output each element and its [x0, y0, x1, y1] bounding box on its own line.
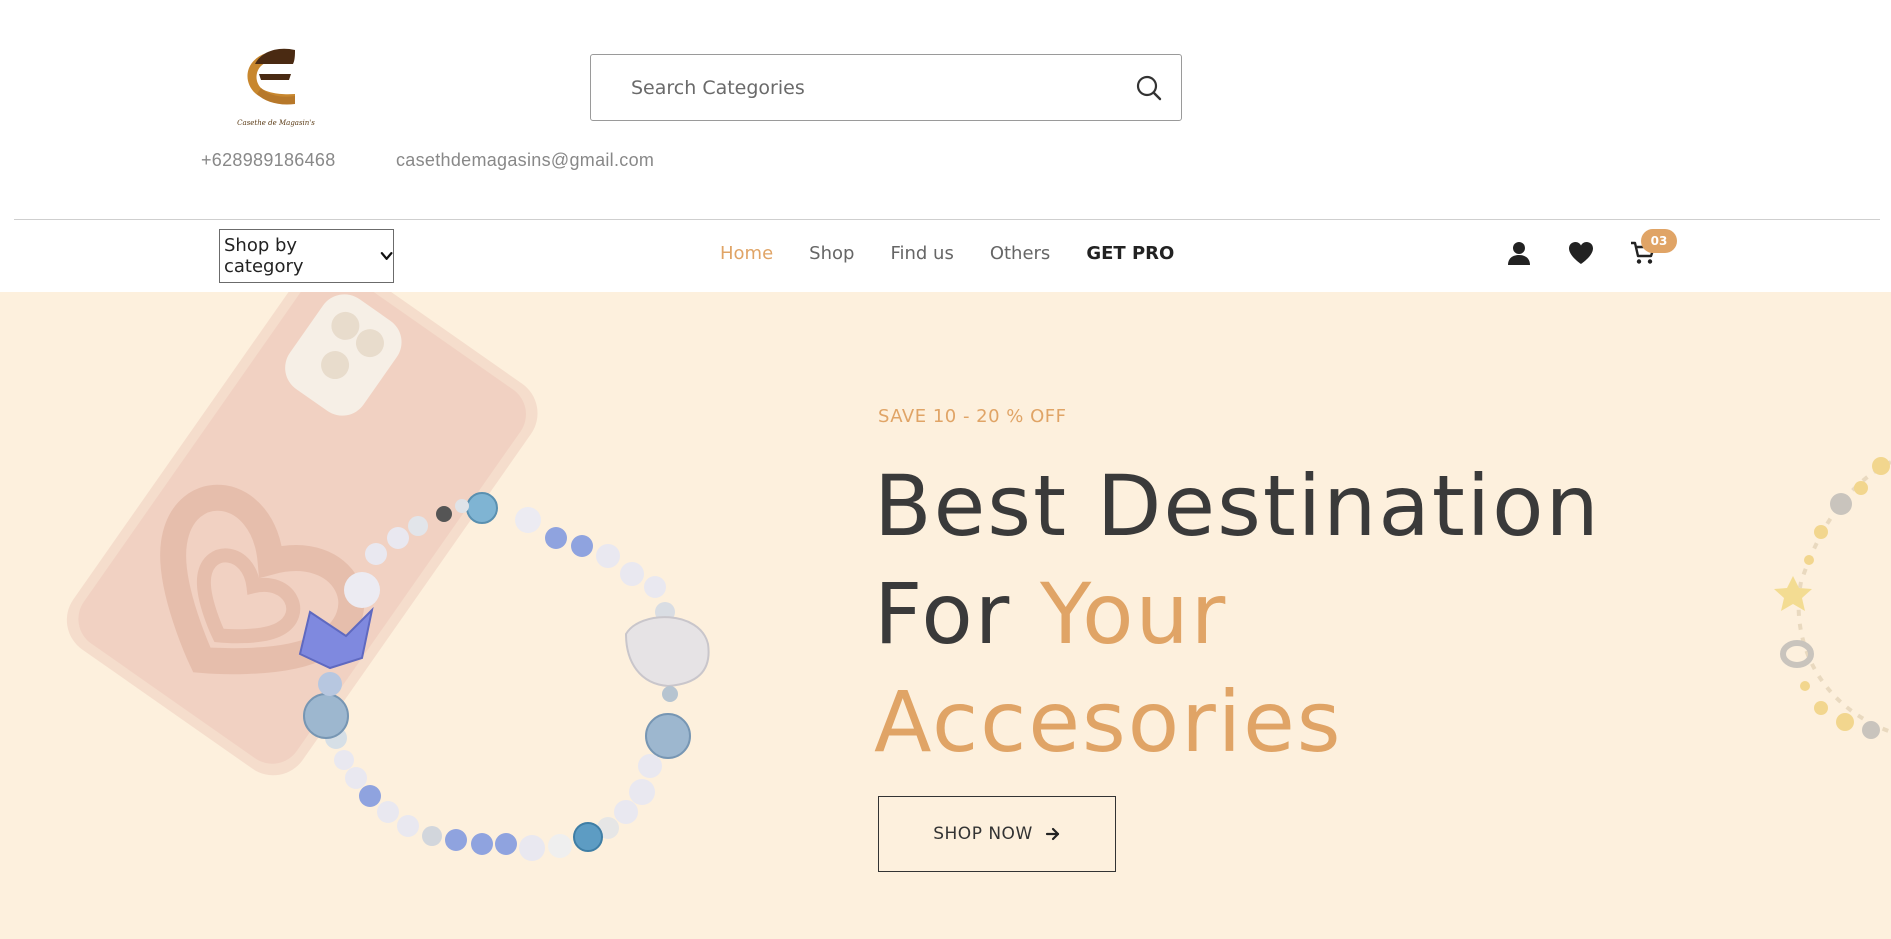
headline-line3-accent: Accesories	[874, 673, 1343, 771]
chevron-down-icon	[380, 252, 393, 260]
shop-now-button[interactable]: SHOP NOW	[878, 796, 1116, 872]
main-nav: Home Shop Find us Others GET PRO	[720, 240, 1174, 268]
bracelet-phonecase-image	[66, 292, 710, 861]
user-icon[interactable]	[1506, 240, 1532, 266]
arrow-right-icon	[1045, 827, 1059, 841]
hero-banner: SAVE 10 - 20 % OFF Best Destination For …	[0, 292, 1891, 939]
contact-email[interactable]: casethdemagasins@gmail.com	[396, 150, 654, 171]
brand-logo[interactable]: Casethe de Magasin's	[233, 44, 319, 132]
contact-phone[interactable]: +628989186468	[201, 150, 336, 171]
brand-tagline: Casethe de Magasin's	[237, 119, 315, 127]
nav-shop-link[interactable]: Shop	[809, 240, 854, 268]
search-icon[interactable]	[1135, 74, 1163, 102]
headline-line1: Best Destination	[874, 457, 1601, 555]
header-divider	[14, 219, 1880, 220]
decorative-bracelet-image	[1774, 457, 1891, 739]
nav-others-link[interactable]: Others	[990, 240, 1051, 268]
search-input[interactable]	[631, 73, 1101, 103]
headline-line2-accent: Your	[1039, 565, 1228, 663]
headline-line2-prefix: For	[874, 565, 1040, 663]
logo-mark-icon	[247, 48, 295, 105]
category-dropdown-label: Shop by category	[224, 235, 304, 277]
nav-home-link[interactable]: Home	[720, 240, 773, 268]
shop-now-label: SHOP NOW	[933, 824, 1033, 844]
promo-text: SAVE 10 - 20 % OFF	[878, 406, 1067, 427]
hero-headline: Best Destination For Your Accesories	[874, 452, 1601, 776]
search-bar	[590, 54, 1182, 121]
heart-icon[interactable]	[1568, 240, 1594, 266]
nav-get-pro-link[interactable]: GET PRO	[1086, 240, 1174, 268]
shop-by-category-dropdown[interactable]: Shop by category	[219, 229, 394, 283]
cart-count-badge: 03	[1641, 229, 1677, 253]
nav-find-us-link[interactable]: Find us	[890, 240, 953, 268]
